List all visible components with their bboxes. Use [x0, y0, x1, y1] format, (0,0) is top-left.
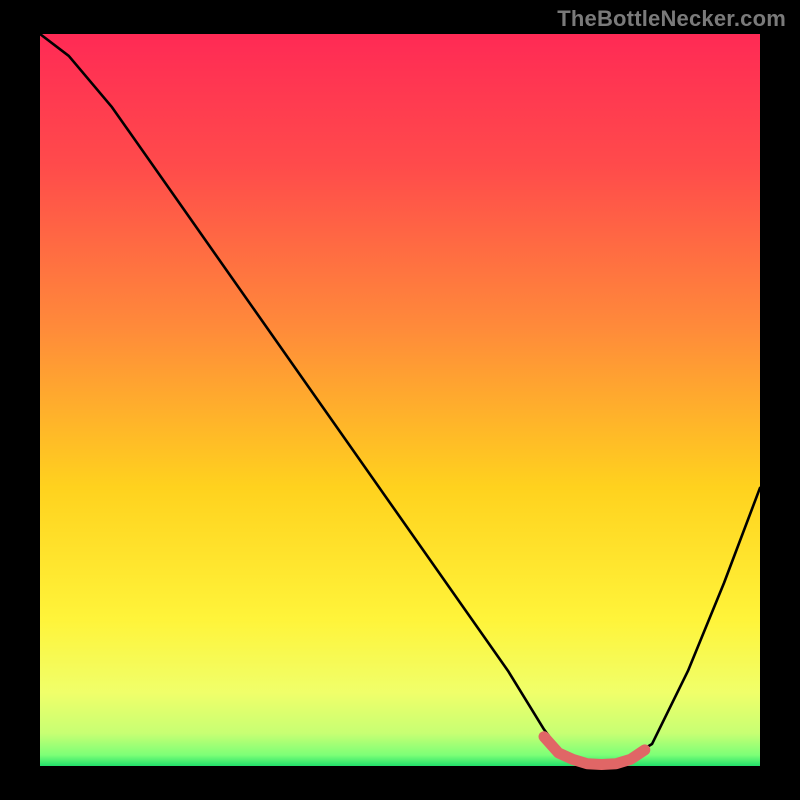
watermark-text: TheBottleNecker.com — [557, 6, 786, 32]
chart-frame: TheBottleNecker.com — [0, 0, 800, 800]
plot-area — [40, 34, 760, 766]
bottleneck-chart — [0, 0, 800, 800]
